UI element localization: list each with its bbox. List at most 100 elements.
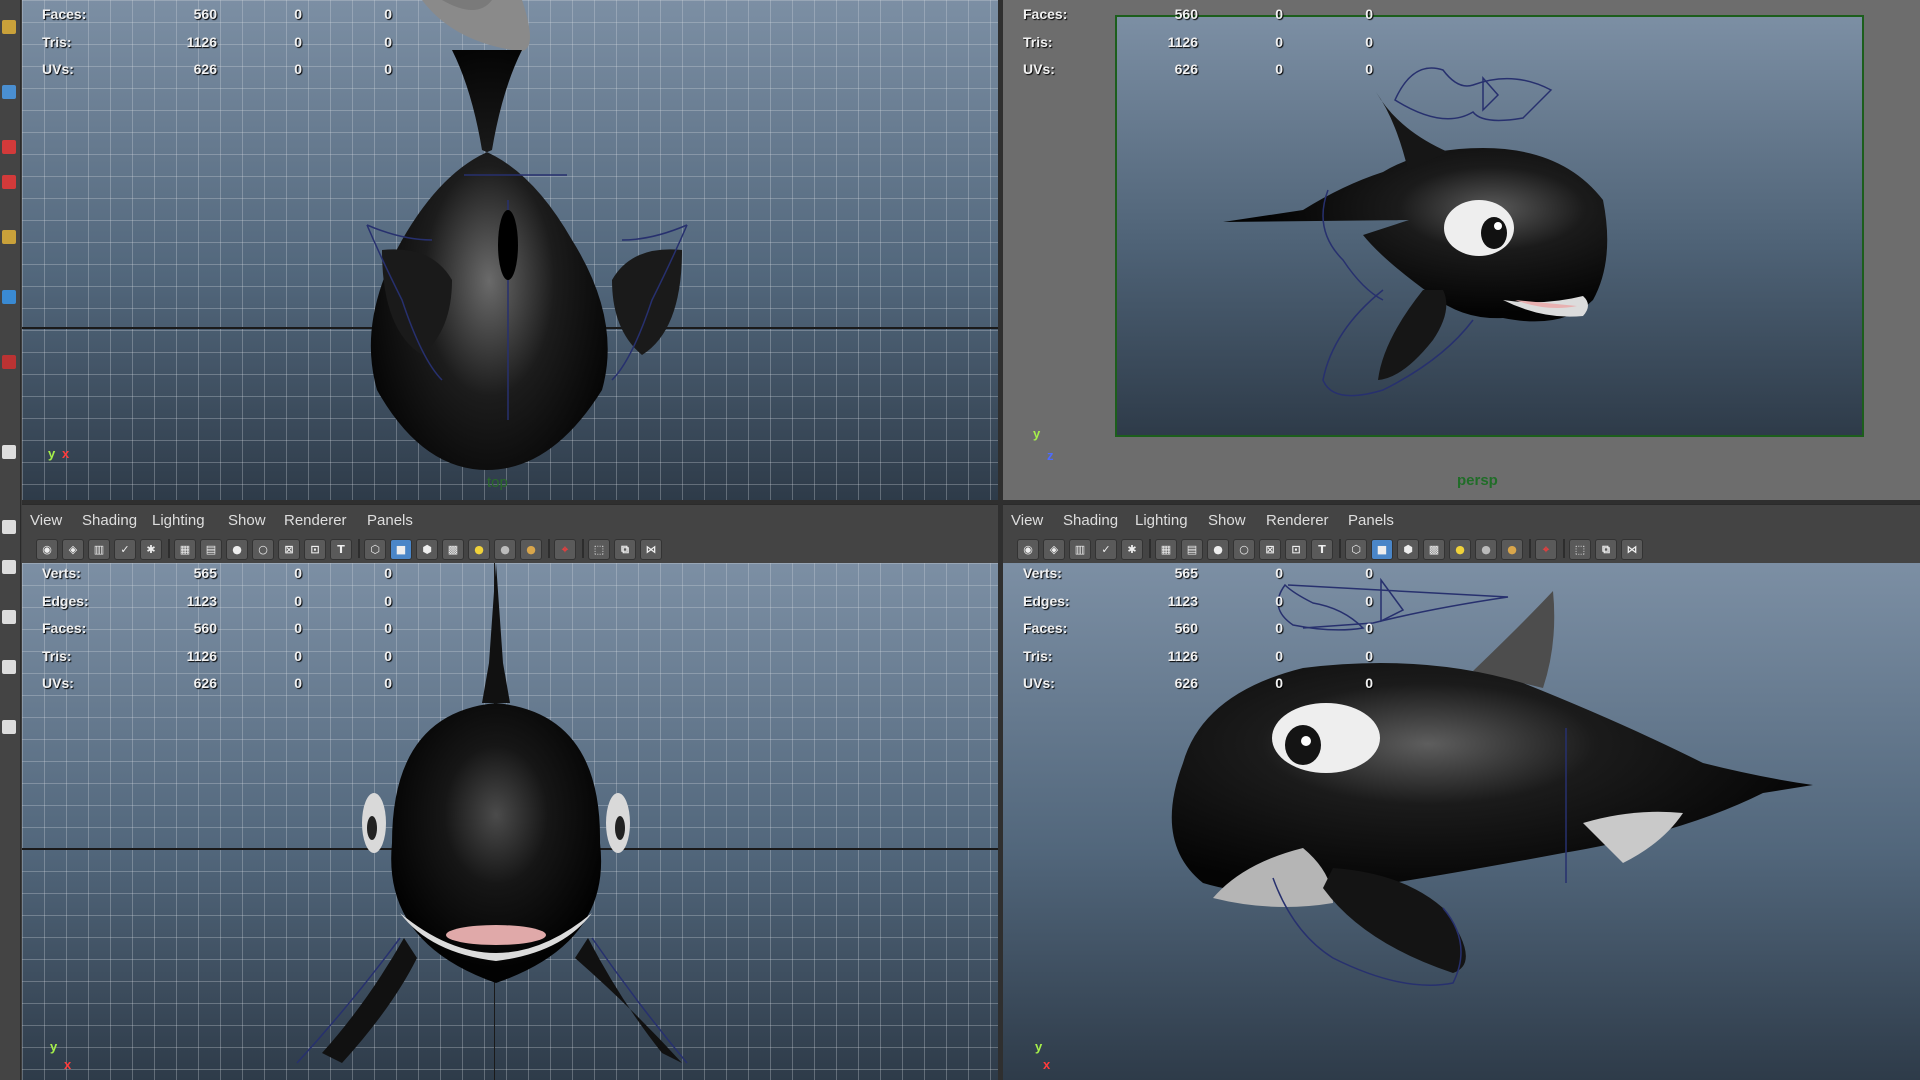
- menu-show[interactable]: Show: [1208, 512, 1246, 529]
- viewport-persp[interactable]: Faces: 560 0 0 Tris: 1126 0 0 UVs: 626 0…: [1003, 0, 1920, 500]
- resolution-gate-icon[interactable]: ●: [226, 539, 248, 560]
- axis-y-label: y: [48, 446, 56, 461]
- use-all-lights-icon[interactable]: ●: [468, 539, 490, 560]
- hud-value: 560: [1174, 6, 1198, 22]
- hud-value: 0: [384, 647, 392, 664]
- hud-label: Tris:: [42, 33, 72, 50]
- hypershade-layout-icon[interactable]: [2, 720, 16, 734]
- isolate-select-icon[interactable]: ⌖: [554, 539, 576, 560]
- lock-camera-icon[interactable]: ◈: [1043, 539, 1065, 560]
- hud-value: 0: [294, 592, 302, 609]
- smooth-shade-icon[interactable]: ■: [390, 539, 412, 560]
- safe-title-icon[interactable]: T: [330, 539, 352, 560]
- xray-icon[interactable]: ⬚: [1569, 539, 1591, 560]
- hud-label: Faces:: [1023, 6, 1068, 22]
- select-camera-icon[interactable]: ◉: [1017, 539, 1039, 560]
- xray-components-icon[interactable]: ⋈: [640, 539, 662, 560]
- grid-icon[interactable]: ▦: [174, 539, 196, 560]
- hud-value: 0: [1365, 647, 1373, 664]
- smooth-shade-icon[interactable]: ■: [1371, 539, 1393, 560]
- hud-value: 0: [1275, 6, 1283, 22]
- wireframe-on-shaded-icon[interactable]: ⬢: [416, 539, 438, 560]
- textured-icon[interactable]: ▩: [442, 539, 464, 560]
- measure-tool-icon[interactable]: [2, 230, 16, 244]
- select-tool-icon[interactable]: [2, 20, 16, 34]
- viewport-front[interactable]: Verts: 565 0 0 Edges: 1123 0 0 Faces: 56…: [22, 563, 998, 1080]
- shadows-icon[interactable]: ●: [1475, 539, 1497, 560]
- use-all-lights-icon[interactable]: ●: [1449, 539, 1471, 560]
- image-plane-icon[interactable]: ✓: [1095, 539, 1117, 560]
- menu-panels[interactable]: Panels: [1348, 512, 1394, 529]
- hud-value: 0: [1365, 33, 1373, 50]
- camera-name-label: persp: [1457, 472, 1498, 489]
- hud-label: Verts:: [42, 565, 81, 581]
- ambient-occlusion-icon[interactable]: ●: [520, 539, 542, 560]
- hud-label: Edges:: [42, 592, 89, 609]
- wireframe-icon[interactable]: ⬡: [1345, 539, 1367, 560]
- bookmarks-icon[interactable]: ▥: [1069, 539, 1091, 560]
- isolate-select-icon[interactable]: ⌖: [1535, 539, 1557, 560]
- toolbar-separator: [1149, 539, 1151, 558]
- image-plane-icon[interactable]: ✓: [114, 539, 136, 560]
- view-axis-gizmo: y x: [50, 1039, 90, 1079]
- viewport-top[interactable]: Faces: 560 0 0 Tris: 1126 0 0 UVs: 626 0…: [22, 0, 998, 500]
- outliner-layout-icon[interactable]: [2, 660, 16, 674]
- menu-panels[interactable]: Panels: [367, 512, 413, 529]
- gate-mask-icon[interactable]: ○: [252, 539, 274, 560]
- menu-renderer[interactable]: Renderer: [1266, 512, 1329, 529]
- film-gate-icon[interactable]: ▤: [1181, 539, 1203, 560]
- field-chart-icon[interactable]: ⊠: [278, 539, 300, 560]
- hud-label: Faces:: [42, 6, 87, 22]
- menu-shading[interactable]: Shading: [1063, 512, 1118, 529]
- menu-lighting[interactable]: Lighting: [152, 512, 205, 529]
- hud-label: Edges:: [1023, 592, 1070, 609]
- menu-renderer[interactable]: Renderer: [284, 512, 347, 529]
- single-pane-layout-icon[interactable]: [2, 445, 16, 459]
- field-chart-icon[interactable]: ⊠: [1259, 539, 1281, 560]
- menu-show[interactable]: Show: [228, 512, 266, 529]
- safe-action-icon[interactable]: ⊡: [1285, 539, 1307, 560]
- grid-icon[interactable]: ▦: [1155, 539, 1177, 560]
- wireframe-icon[interactable]: ⬡: [364, 539, 386, 560]
- lock-camera-icon[interactable]: ◈: [62, 539, 84, 560]
- hud-value: 560: [193, 620, 217, 636]
- menu-shading[interactable]: Shading: [82, 512, 137, 529]
- xray-joints-icon[interactable]: ⧉: [614, 539, 636, 560]
- xray-icon[interactable]: ⬚: [588, 539, 610, 560]
- axis-x-label: x: [62, 446, 70, 461]
- orca-side-view: [1171, 577, 1813, 986]
- resolution-gate-icon[interactable]: ●: [1207, 539, 1229, 560]
- safe-action-icon[interactable]: ⊡: [304, 539, 326, 560]
- hud-value: 626: [193, 675, 217, 691]
- menu-lighting[interactable]: Lighting: [1135, 512, 1188, 529]
- side-by-side-layout-icon[interactable]: [2, 560, 16, 574]
- ambient-occlusion-icon[interactable]: ●: [1501, 539, 1523, 560]
- film-gate-icon[interactable]: ▤: [200, 539, 222, 560]
- shadows-icon[interactable]: ●: [494, 539, 516, 560]
- hud-value: 0: [384, 6, 392, 22]
- wireframe-on-shaded-icon[interactable]: ⬢: [1397, 539, 1419, 560]
- hud-value: 1123: [1167, 592, 1198, 609]
- manipulator-tool-icon[interactable]: [2, 290, 16, 304]
- xray-components-icon[interactable]: ⋈: [1621, 539, 1643, 560]
- move-tool-icon[interactable]: [2, 85, 16, 99]
- last-tool-icon[interactable]: [2, 355, 16, 369]
- four-pane-layout-icon[interactable]: [2, 520, 16, 534]
- safe-title-icon[interactable]: T: [1311, 539, 1333, 560]
- rotate-tool-icon[interactable]: [2, 140, 16, 154]
- toolbar-separator: [168, 539, 170, 558]
- 2d-pan-zoom-icon[interactable]: ✱: [1121, 539, 1143, 560]
- hud-value: 0: [1365, 592, 1373, 609]
- viewport-side[interactable]: Verts: 565 0 0 Edges: 1123 0 0 Faces: 56…: [1003, 563, 1920, 1080]
- menu-view[interactable]: View: [1011, 512, 1043, 529]
- select-camera-icon[interactable]: ◉: [36, 539, 58, 560]
- persp-graph-layout-icon[interactable]: [2, 610, 16, 624]
- bookmarks-icon[interactable]: ▥: [88, 539, 110, 560]
- gate-mask-icon[interactable]: ○: [1233, 539, 1255, 560]
- textured-icon[interactable]: ▩: [1423, 539, 1445, 560]
- xray-joints-icon[interactable]: ⧉: [1595, 539, 1617, 560]
- axis-z-label: z: [1047, 448, 1054, 463]
- 2d-pan-zoom-icon[interactable]: ✱: [140, 539, 162, 560]
- menu-view[interactable]: View: [30, 512, 62, 529]
- scale-tool-icon[interactable]: [2, 175, 16, 189]
